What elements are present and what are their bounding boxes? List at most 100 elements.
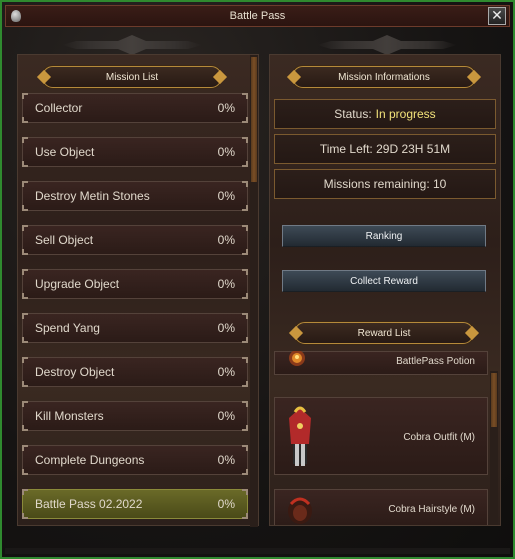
corner-ornament xyxy=(242,381,248,387)
reward-name: BattlePass Potion xyxy=(396,356,475,367)
mission-progress: 0% xyxy=(217,453,235,467)
hairstyle-icon xyxy=(288,497,312,524)
mission-progress: 0% xyxy=(217,233,235,247)
battle-pass-window: Battle Pass ✕ Mission List Collector 0% Us… xyxy=(0,0,515,559)
reward-list-scroll-thumb[interactable] xyxy=(491,373,497,427)
mission-name: Battle Pass 02.2022 xyxy=(35,497,143,511)
corner-ornament xyxy=(242,445,248,451)
mission-progress: 0% xyxy=(217,409,235,423)
corner-ornament xyxy=(22,513,28,519)
reward-name: Cobra Outfit (M) xyxy=(403,432,475,443)
ranking-button[interactable]: Ranking xyxy=(282,225,486,247)
mission-name: Sell Object xyxy=(35,233,94,247)
corner-ornament xyxy=(22,249,28,255)
corner-ornament xyxy=(22,117,28,123)
mission-item[interactable]: Collector 0% xyxy=(22,93,248,123)
reward-item-outfit[interactable]: Cobra Outfit (M) xyxy=(274,397,488,475)
corner-ornament xyxy=(242,161,248,167)
mission-item[interactable]: Destroy Object 0% xyxy=(22,357,248,387)
reward-item-hairstyle[interactable]: Cobra Hairstyle (M) xyxy=(274,489,488,525)
missions-remaining-text: Missions remaining: 10 xyxy=(323,177,447,191)
corner-ornament xyxy=(242,181,248,187)
missions-remaining-box: Missions remaining: 10 xyxy=(274,169,496,199)
mission-item[interactable]: Spend Yang 0% xyxy=(22,313,248,343)
right-ornament xyxy=(317,35,457,55)
mission-name: Kill Monsters xyxy=(35,409,104,423)
reward-list-header: Reward List xyxy=(294,322,474,344)
reward-list-scrollbar[interactable] xyxy=(490,371,498,525)
mission-item[interactable]: Kill Monsters 0% xyxy=(22,401,248,431)
mission-item[interactable]: Destroy Metin Stones 0% xyxy=(22,181,248,211)
corner-ornament xyxy=(242,489,248,495)
mission-list-scrollbar[interactable] xyxy=(250,55,258,527)
collect-reward-button[interactable]: Collect Reward xyxy=(282,270,486,292)
window-footer xyxy=(5,548,510,554)
mission-progress: 0% xyxy=(217,277,235,291)
corner-ornament xyxy=(242,357,248,363)
mission-name: Destroy Metin Stones xyxy=(35,189,150,203)
mission-progress: 0% xyxy=(217,189,235,203)
mission-info-header-label: Mission Informations xyxy=(338,71,430,83)
corner-ornament xyxy=(22,357,28,363)
mission-item[interactable]: Battle Pass 02.2022 0% xyxy=(22,489,248,519)
corner-ornament xyxy=(242,117,248,123)
corner-ornament xyxy=(22,161,28,167)
corner-ornament xyxy=(22,93,28,99)
mission-name: Use Object xyxy=(35,145,95,159)
title-bar[interactable]: Battle Pass ✕ xyxy=(5,5,510,27)
mission-list-header: Mission List xyxy=(42,66,222,88)
corner-ornament xyxy=(242,401,248,407)
status-value: In progress xyxy=(375,107,436,121)
corner-ornament xyxy=(242,293,248,299)
mission-list-scroll-thumb[interactable] xyxy=(251,57,257,182)
corner-ornament xyxy=(22,293,28,299)
window-title: Battle Pass xyxy=(229,10,286,22)
corner-ornament xyxy=(22,313,28,319)
mission-list: Collector 0% Use Object 0% Destroy Metin Sto… xyxy=(22,93,248,533)
potion-icon xyxy=(289,351,305,366)
mission-progress: 0% xyxy=(217,365,235,379)
corner-ornament xyxy=(22,337,28,343)
outfit-icon xyxy=(289,406,311,466)
collect-reward-button-label: Collect Reward xyxy=(350,275,418,287)
corner-ornament xyxy=(242,93,248,99)
mission-item[interactable]: Sell Object 0% xyxy=(22,225,248,255)
reward-item-potion[interactable]: BattlePass Potion xyxy=(274,351,488,375)
mission-progress: 0% xyxy=(217,101,235,115)
corner-ornament xyxy=(22,205,28,211)
corner-ornament xyxy=(22,445,28,451)
corner-ornament xyxy=(242,249,248,255)
reward-list: BattlePass Potion Cobra Outfit (M) Cobra… xyxy=(272,351,498,525)
corner-ornament xyxy=(22,269,28,275)
mission-name: Spend Yang xyxy=(35,321,100,335)
ranking-button-label: Ranking xyxy=(365,230,403,242)
mission-item[interactable]: Complete Dungeons 0% xyxy=(22,445,248,475)
time-left-box: Time Left: 29D 23H 51M xyxy=(274,134,496,164)
window-icon xyxy=(11,10,21,22)
corner-ornament xyxy=(242,269,248,275)
left-ornament xyxy=(62,35,202,55)
mission-info-panel: Mission Informations Status: In progress… xyxy=(269,54,501,526)
mission-info-header: Mission Informations xyxy=(292,66,476,88)
mission-progress: 0% xyxy=(217,321,235,335)
corner-ornament xyxy=(22,425,28,431)
corner-ornament xyxy=(242,469,248,475)
corner-ornament xyxy=(22,137,28,143)
corner-ornament xyxy=(22,225,28,231)
corner-ornament xyxy=(242,225,248,231)
mission-progress: 0% xyxy=(217,497,235,511)
mission-name: Upgrade Object xyxy=(35,277,120,291)
mission-name: Collector xyxy=(35,101,83,115)
corner-ornament xyxy=(22,181,28,187)
corner-ornament xyxy=(242,205,248,211)
corner-ornament xyxy=(22,381,28,387)
mission-item[interactable]: Upgrade Object 0% xyxy=(22,269,248,299)
corner-ornament xyxy=(242,137,248,143)
close-button[interactable]: ✕ xyxy=(488,7,506,25)
mission-list-panel: Mission List Collector 0% Use Object 0% Dest… xyxy=(17,54,259,527)
mission-item[interactable]: Use Object 0% xyxy=(22,137,248,167)
corner-ornament xyxy=(22,489,28,495)
status-box: Status: In progress xyxy=(274,99,496,129)
corner-ornament xyxy=(22,401,28,407)
reward-list-header-label: Reward List xyxy=(357,327,411,339)
